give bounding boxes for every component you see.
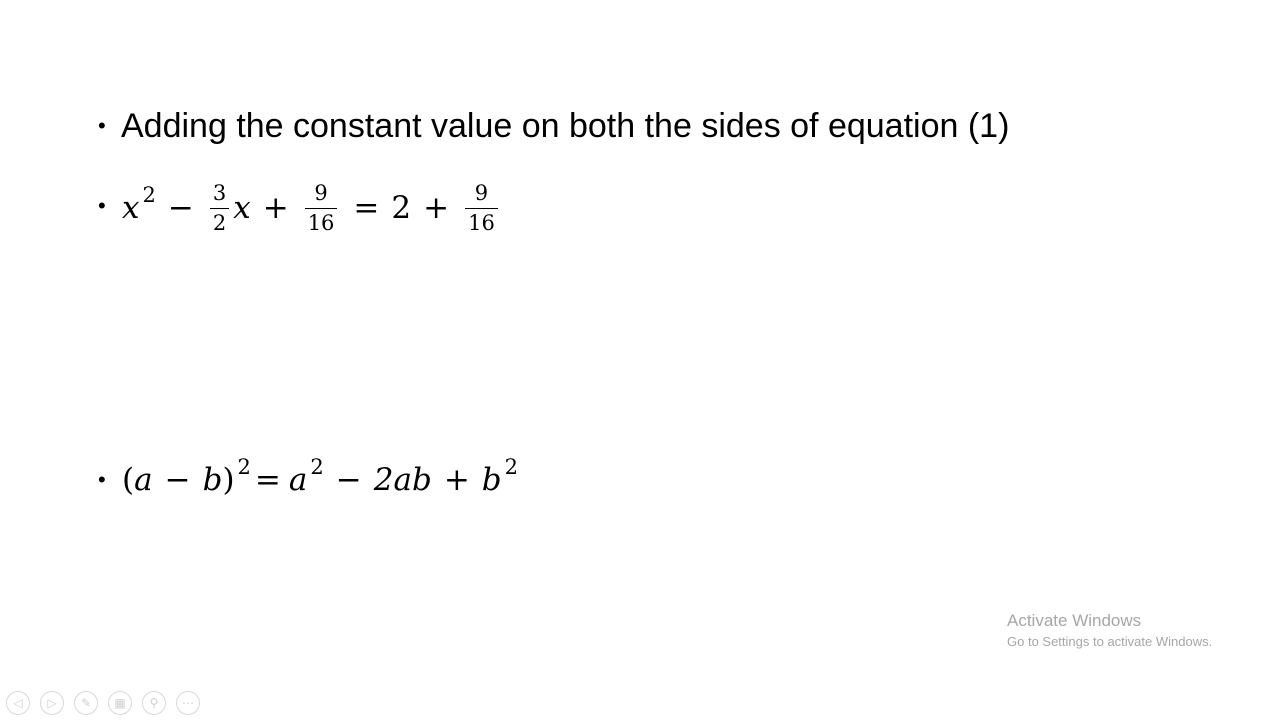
eq2-b2-exp: 2 — [504, 455, 519, 479]
slide-canvas: • Adding the constant value on both the … — [0, 0, 1280, 720]
slideshow-toolbar: ◁ ▷ ✎ ▦ ⚲ ⋯ — [6, 691, 200, 715]
eq1-x2: x — [233, 190, 251, 226]
eq2-minus: − — [164, 462, 191, 498]
eq2-b: b — [202, 462, 223, 498]
eq1-plus2: + — [423, 190, 450, 226]
eq1-two: 2 — [391, 190, 412, 226]
eq1-fraction-3-2: 3 2 — [209, 180, 230, 234]
eq1-f2-den: 16 — [304, 207, 338, 234]
pen-icon[interactable]: ✎ — [74, 691, 98, 715]
adding-constant-text: Adding the constant value on both the si… — [121, 106, 1010, 145]
eq2-a2: a — [288, 462, 308, 498]
eq2-minus2: − — [335, 462, 362, 498]
eq2-b2: b — [481, 462, 502, 498]
next-icon[interactable]: ▷ — [40, 691, 64, 715]
slides-grid-icon[interactable]: ▦ — [108, 691, 132, 715]
eq1-plus: + — [262, 190, 289, 226]
eq2-open-paren: ( — [122, 462, 135, 498]
eq2-equals: = — [254, 462, 281, 498]
previous-icon[interactable]: ◁ — [6, 691, 30, 715]
bullet-3: • — [98, 467, 106, 492]
eq1-f3-num: 9 — [474, 180, 489, 205]
eq2-2ab: 2ab — [373, 462, 432, 498]
watermark-title: Activate Windows — [1007, 611, 1142, 630]
eq2-a: a — [134, 462, 153, 498]
eq2-lhs-exp: 2 — [237, 455, 251, 479]
eq1-exp: 2 — [142, 183, 156, 207]
activate-windows-watermark: Activate Windows Go to Settings to activ… — [1007, 611, 1212, 653]
bullet-2: • — [98, 193, 106, 218]
zoom-icon[interactable]: ⚲ — [142, 691, 166, 715]
eq1-equals: = — [353, 190, 380, 226]
eq1-fraction-9-16: 9 16 — [304, 180, 338, 234]
eq1-f3-den: 16 — [465, 207, 498, 234]
eq2-a2-exp: 2 — [310, 455, 324, 479]
more-icon[interactable]: ⋯ — [176, 691, 200, 715]
eq1-f2-num: 9 — [314, 180, 328, 205]
eq1-f1-den: 2 — [209, 207, 230, 234]
bullet-1: • — [98, 113, 106, 138]
equation-completing-square: x 2 − 3 2 x + 9 16 = 2 + 9 16 — [122, 176, 502, 240]
eq1-minus: − — [167, 190, 194, 226]
eq1-x: x — [122, 190, 140, 226]
eq2-close-paren: ) — [222, 462, 235, 498]
eq1-fraction-9-16-rhs: 9 16 — [465, 180, 498, 234]
bullet-text-line: Adding the constant value on both the si… — [121, 106, 1009, 146]
watermark-subtitle: Go to Settings to activate Windows. — [1007, 634, 1213, 649]
eq1-f1-num: 3 — [212, 180, 227, 205]
equation-square-identity: ( a − b ) 2 = a 2 − 2ab + b 2 — [122, 455, 519, 502]
eq2-plus: + — [443, 462, 470, 498]
